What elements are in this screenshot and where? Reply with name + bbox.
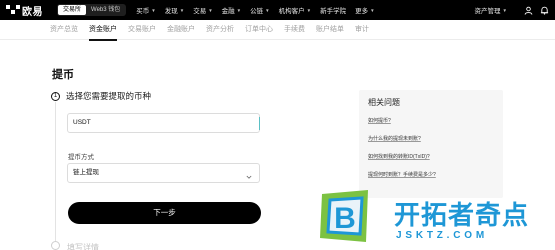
withdraw-method-value: 链上提现 <box>73 169 99 176</box>
nav-discover[interactable]: 发现 ▼ <box>164 5 185 16</box>
tab-account-statement[interactable]: 账户结单 <box>316 20 344 40</box>
faq-link-not-received[interactable]: 为什么我的提现未到账? <box>368 135 494 142</box>
nav-label: 更多 <box>355 8 369 15</box>
chevron-down-icon: ▼ <box>236 7 242 13</box>
step-2-marker <box>51 241 60 250</box>
site-watermark: B 开拓者奇点 JSKTZ.COM <box>314 188 555 250</box>
nav-label: 交易 <box>193 8 207 15</box>
tab-trading-account[interactable]: 交易账户 <box>128 20 156 40</box>
page-title: 提币 <box>52 69 74 81</box>
chevron-down-icon <box>246 170 252 179</box>
chevron-down-icon: ▼ <box>265 7 270 13</box>
nav-more[interactable]: 更多 ▼ <box>355 5 375 16</box>
logo-text: 欧易 <box>22 6 43 18</box>
tab-web3-wallet[interactable]: Web3 钱包 <box>86 5 125 15</box>
tab-fees[interactable]: 手续费 <box>284 20 305 40</box>
logo-mark-icon <box>6 5 20 15</box>
step-1-header: 1 选择您需要提取的币种 <box>51 90 151 102</box>
faq-link-how-to-withdraw[interactable]: 如何提币? <box>368 117 494 124</box>
withdraw-method-select[interactable]: 链上提现 <box>67 163 260 183</box>
tab-order-center[interactable]: 订单中心 <box>245 20 273 40</box>
bell-icon[interactable] <box>540 6 549 15</box>
tab-asset-overview[interactable]: 资产总览 <box>50 20 78 40</box>
nav-label: 公链 <box>250 8 264 15</box>
top-nav-bar: 欧易 交易所 Web3 钱包 买币 ▼ 发现 ▼ 交易 ▼ 金融 ▼ 公链 ▼ 机构客户 ▼… <box>0 0 555 20</box>
nav-label: 金融 <box>221 8 235 15</box>
chevron-down-icon: ▼ <box>370 7 375 13</box>
mode-switch: 交易所 Web3 钱包 <box>57 4 127 16</box>
withdraw-method-label: 提币方式 <box>68 154 94 161</box>
tab-finance-account[interactable]: 金融账户 <box>167 20 195 40</box>
main-nav: 买币 ▼ 发现 ▼ 交易 ▼ 金融 ▼ 公链 ▼ 机构客户 ▼ 新手学院 更多 ▼ <box>136 5 383 16</box>
nav-label: 机构客户 <box>278 8 305 15</box>
next-step-button[interactable]: 下一步 <box>68 202 261 224</box>
nav-trade[interactable]: 交易 ▼ <box>193 5 213 16</box>
watermark-title: 开拓者奇点 <box>394 200 530 230</box>
asset-mgmt-label: 资产管理 <box>474 8 501 15</box>
nav-label: 发现 <box>164 8 178 15</box>
faq-title: 相关问题 <box>368 98 400 107</box>
watermark-badge-icon: B <box>320 190 368 242</box>
tab-asset-analysis[interactable]: 资产分析 <box>206 20 234 40</box>
asset-subnav: 资产总览 资金账户 交易账户 金融账户 资产分析 订单中心 手续费 账户结单 审… <box>0 20 555 41</box>
nav-institutional[interactable]: 机构客户 ▼ <box>278 5 312 16</box>
chevron-down-icon: ▼ <box>179 7 185 13</box>
faq-link-arrival-fees[interactable]: 提现何时到账？手续费是多少? <box>368 171 494 178</box>
watermark-url: JSKTZ.COM <box>396 230 488 241</box>
tab-audit[interactable]: 审计 <box>355 20 369 40</box>
tab-exchange[interactable]: 交易所 <box>58 5 87 15</box>
okx-logo[interactable]: 欧易 <box>6 0 43 20</box>
faq-link-find-txid[interactable]: 如何找到我的转账ID(TxID)? <box>368 153 494 160</box>
coin-select-input[interactable]: USDT <box>67 113 260 133</box>
chevron-down-icon: ▼ <box>502 7 507 13</box>
badge-letter: B <box>334 202 356 235</box>
nav-public-chain[interactable]: 公链 ▼ <box>250 5 270 16</box>
nav-buy-crypto[interactable]: 买币 ▼ <box>136 5 156 16</box>
nav-finance[interactable]: 金融 ▼ <box>221 5 242 16</box>
nav-label: 新手学院 <box>320 8 347 15</box>
nav-academy[interactable]: 新手学院 <box>320 5 346 15</box>
nav-right: 资产管理 ▼ <box>475 0 549 20</box>
chevron-down-icon: ▼ <box>208 7 213 13</box>
step-label: 选择您需要提取的币种 <box>66 91 152 101</box>
step-connector <box>55 102 56 242</box>
step-number: 1 <box>51 91 60 101</box>
tab-funding-account[interactable]: 资金账户 <box>89 20 117 41</box>
chevron-down-icon: ▼ <box>151 7 156 13</box>
chevron-down-icon: ▼ <box>306 7 312 13</box>
nav-label: 买币 <box>136 8 150 15</box>
asset-management-menu[interactable]: 资产管理 ▼ <box>474 5 507 16</box>
related-questions-panel: 相关问题 如何提币? 为什么我的提现未到账? 如何找到我的转账ID(TxID)?… <box>359 90 503 198</box>
user-icon[interactable] <box>524 6 533 15</box>
step-2-label: 填写详情 <box>67 243 99 250</box>
